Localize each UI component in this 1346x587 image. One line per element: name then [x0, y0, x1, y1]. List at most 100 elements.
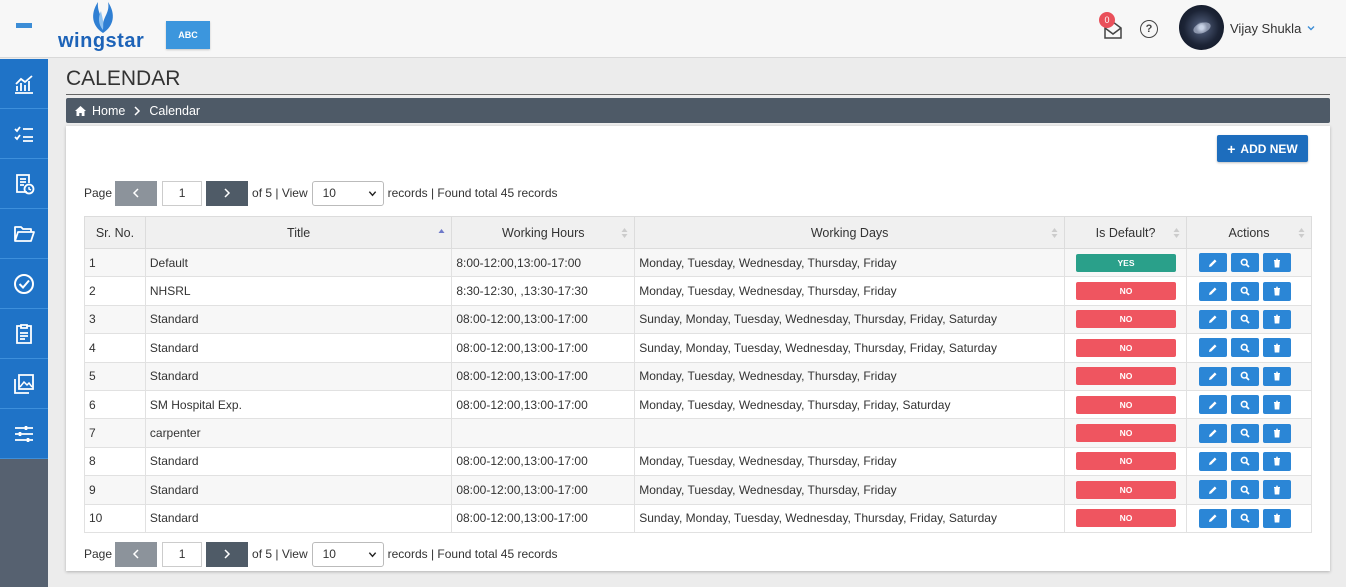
delete-button[interactable] — [1263, 309, 1292, 329]
cell-hours: 8:30-12:30, ,13:30-17:30 — [451, 276, 636, 306]
sidebar-item-timesheet[interactable] — [0, 159, 48, 209]
cell-sr: 8 — [84, 446, 146, 477]
calendar-table: Sr. No. Title Working Hours Working Days… — [84, 216, 1312, 533]
next-page-button[interactable] — [206, 180, 249, 206]
column-header-days[interactable]: Working Days — [634, 216, 1066, 249]
table-row: 2 NHSRL 8:30-12:30, ,13:30-17:30 Monday, Tu… — [84, 276, 1312, 306]
column-header-title[interactable]: Title — [144, 216, 453, 249]
search-icon — [1240, 371, 1250, 381]
page-number-input[interactable]: 1 — [162, 180, 203, 206]
delete-button[interactable] — [1263, 480, 1292, 500]
avatar[interactable] — [1179, 5, 1224, 50]
sidebar-item-gallery[interactable] — [0, 359, 48, 409]
page-size-select[interactable]: 10 — [311, 180, 384, 206]
view-button[interactable] — [1231, 338, 1260, 358]
column-header-hours[interactable]: Working Hours — [451, 216, 636, 249]
settings-sliders-icon — [15, 425, 33, 442]
chevron-down-icon — [368, 190, 376, 196]
cell-hours: 08:00-12:00,13:00-17:00 — [451, 503, 636, 533]
pager-of-pages: of 5 | View — [252, 186, 308, 200]
cell-title: Standard — [144, 503, 453, 533]
view-button[interactable] — [1231, 281, 1260, 301]
cell-days: Sunday, Monday, Tuesday, Wednesday, Thur… — [634, 304, 1066, 335]
view-button[interactable] — [1231, 253, 1260, 273]
menu-toggle-button[interactable] — [0, 0, 48, 58]
breadcrumb: Home Calendar — [66, 98, 1330, 123]
add-new-button[interactable]: + ADD NEW — [1217, 135, 1308, 162]
edit-button[interactable] — [1199, 423, 1228, 443]
delete-button[interactable] — [1263, 338, 1292, 358]
sidebar-item-tasks[interactable] — [0, 109, 48, 159]
search-icon — [1240, 286, 1250, 296]
logo-flame-icon — [93, 2, 113, 33]
sidebar-item-analytics[interactable] — [0, 59, 48, 109]
cell-days: Monday, Tuesday, Wednesday, Thursday, Fr… — [634, 446, 1066, 477]
search-icon — [1240, 513, 1250, 523]
breadcrumb-home[interactable]: Home — [92, 104, 125, 118]
view-button[interactable] — [1231, 395, 1260, 415]
sidebar-item-reports[interactable] — [0, 309, 48, 359]
delete-button[interactable] — [1263, 366, 1292, 386]
page-size-select[interactable]: 10 — [311, 541, 384, 567]
home-icon[interactable] — [74, 105, 87, 117]
edit-icon — [1209, 457, 1217, 466]
view-button[interactable] — [1231, 423, 1260, 443]
folder-icon — [14, 225, 35, 242]
cell-title: carpenter — [144, 418, 453, 448]
column-header-sr[interactable]: Sr. No. — [84, 216, 146, 249]
default-status-badge: NO — [1076, 480, 1177, 499]
cell-days: Monday, Tuesday, Wednesday, Thursday, Fr… — [634, 276, 1066, 306]
delete-button[interactable] — [1263, 253, 1292, 273]
delete-button[interactable] — [1263, 281, 1292, 301]
edit-button[interactable] — [1199, 508, 1228, 528]
trash-icon — [1274, 485, 1281, 495]
chevron-down-icon[interactable] — [1306, 23, 1316, 33]
cell-actions — [1186, 389, 1312, 420]
edit-button[interactable] — [1199, 338, 1228, 358]
edit-button[interactable] — [1199, 451, 1228, 471]
cell-default: NO — [1064, 389, 1188, 420]
prev-page-button[interactable] — [115, 541, 158, 567]
cell-sr: 3 — [84, 304, 146, 335]
sidebar-item-settings[interactable] — [0, 409, 48, 459]
edit-button[interactable] — [1199, 281, 1228, 301]
trash-icon — [1274, 343, 1281, 353]
page-number-input[interactable]: 1 — [162, 541, 203, 567]
edit-button[interactable] — [1199, 309, 1228, 329]
delete-button[interactable] — [1263, 423, 1292, 443]
delete-button[interactable] — [1263, 395, 1292, 415]
plus-icon: + — [1227, 140, 1236, 157]
sidebar-item-documents[interactable] — [0, 209, 48, 259]
delete-button[interactable] — [1263, 451, 1292, 471]
breadcrumb-current: Calendar — [149, 103, 201, 118]
view-button[interactable] — [1231, 451, 1260, 471]
column-header-actions[interactable]: Actions — [1186, 216, 1312, 249]
cell-days — [634, 418, 1066, 448]
timesheet-icon — [16, 173, 35, 194]
delete-button[interactable] — [1263, 508, 1292, 528]
user-name[interactable]: Vijay Shukla — [1230, 21, 1301, 36]
view-button[interactable] — [1231, 508, 1260, 528]
edit-icon — [1209, 344, 1217, 352]
table-row: 8 Standard 08:00-12:00,13:00-17:00 Monday, … — [84, 446, 1312, 477]
help-icon[interactable]: ? — [1140, 20, 1158, 38]
view-button[interactable] — [1231, 366, 1260, 386]
edit-button[interactable] — [1199, 480, 1228, 500]
trash-icon — [1274, 400, 1281, 410]
logo[interactable]: wingstar — [56, 0, 152, 58]
search-icon — [1240, 428, 1250, 438]
next-page-button[interactable] — [206, 541, 249, 567]
hamburger-icon — [16, 23, 32, 35]
search-icon — [1240, 485, 1250, 495]
edit-button[interactable] — [1199, 253, 1228, 273]
table-row: 4 Standard 08:00-12:00,13:00-17:00 Sunday, … — [84, 333, 1312, 363]
sidebar-item-approvals[interactable] — [0, 259, 48, 309]
company-button[interactable]: ABC — [166, 21, 210, 49]
column-header-default[interactable]: Is Default? — [1064, 216, 1188, 249]
view-button[interactable] — [1231, 480, 1260, 500]
view-button[interactable] — [1231, 309, 1260, 329]
edit-button[interactable] — [1199, 395, 1228, 415]
prev-page-button[interactable] — [115, 180, 158, 206]
edit-button[interactable] — [1199, 366, 1228, 386]
cell-title: NHSRL — [144, 276, 453, 306]
